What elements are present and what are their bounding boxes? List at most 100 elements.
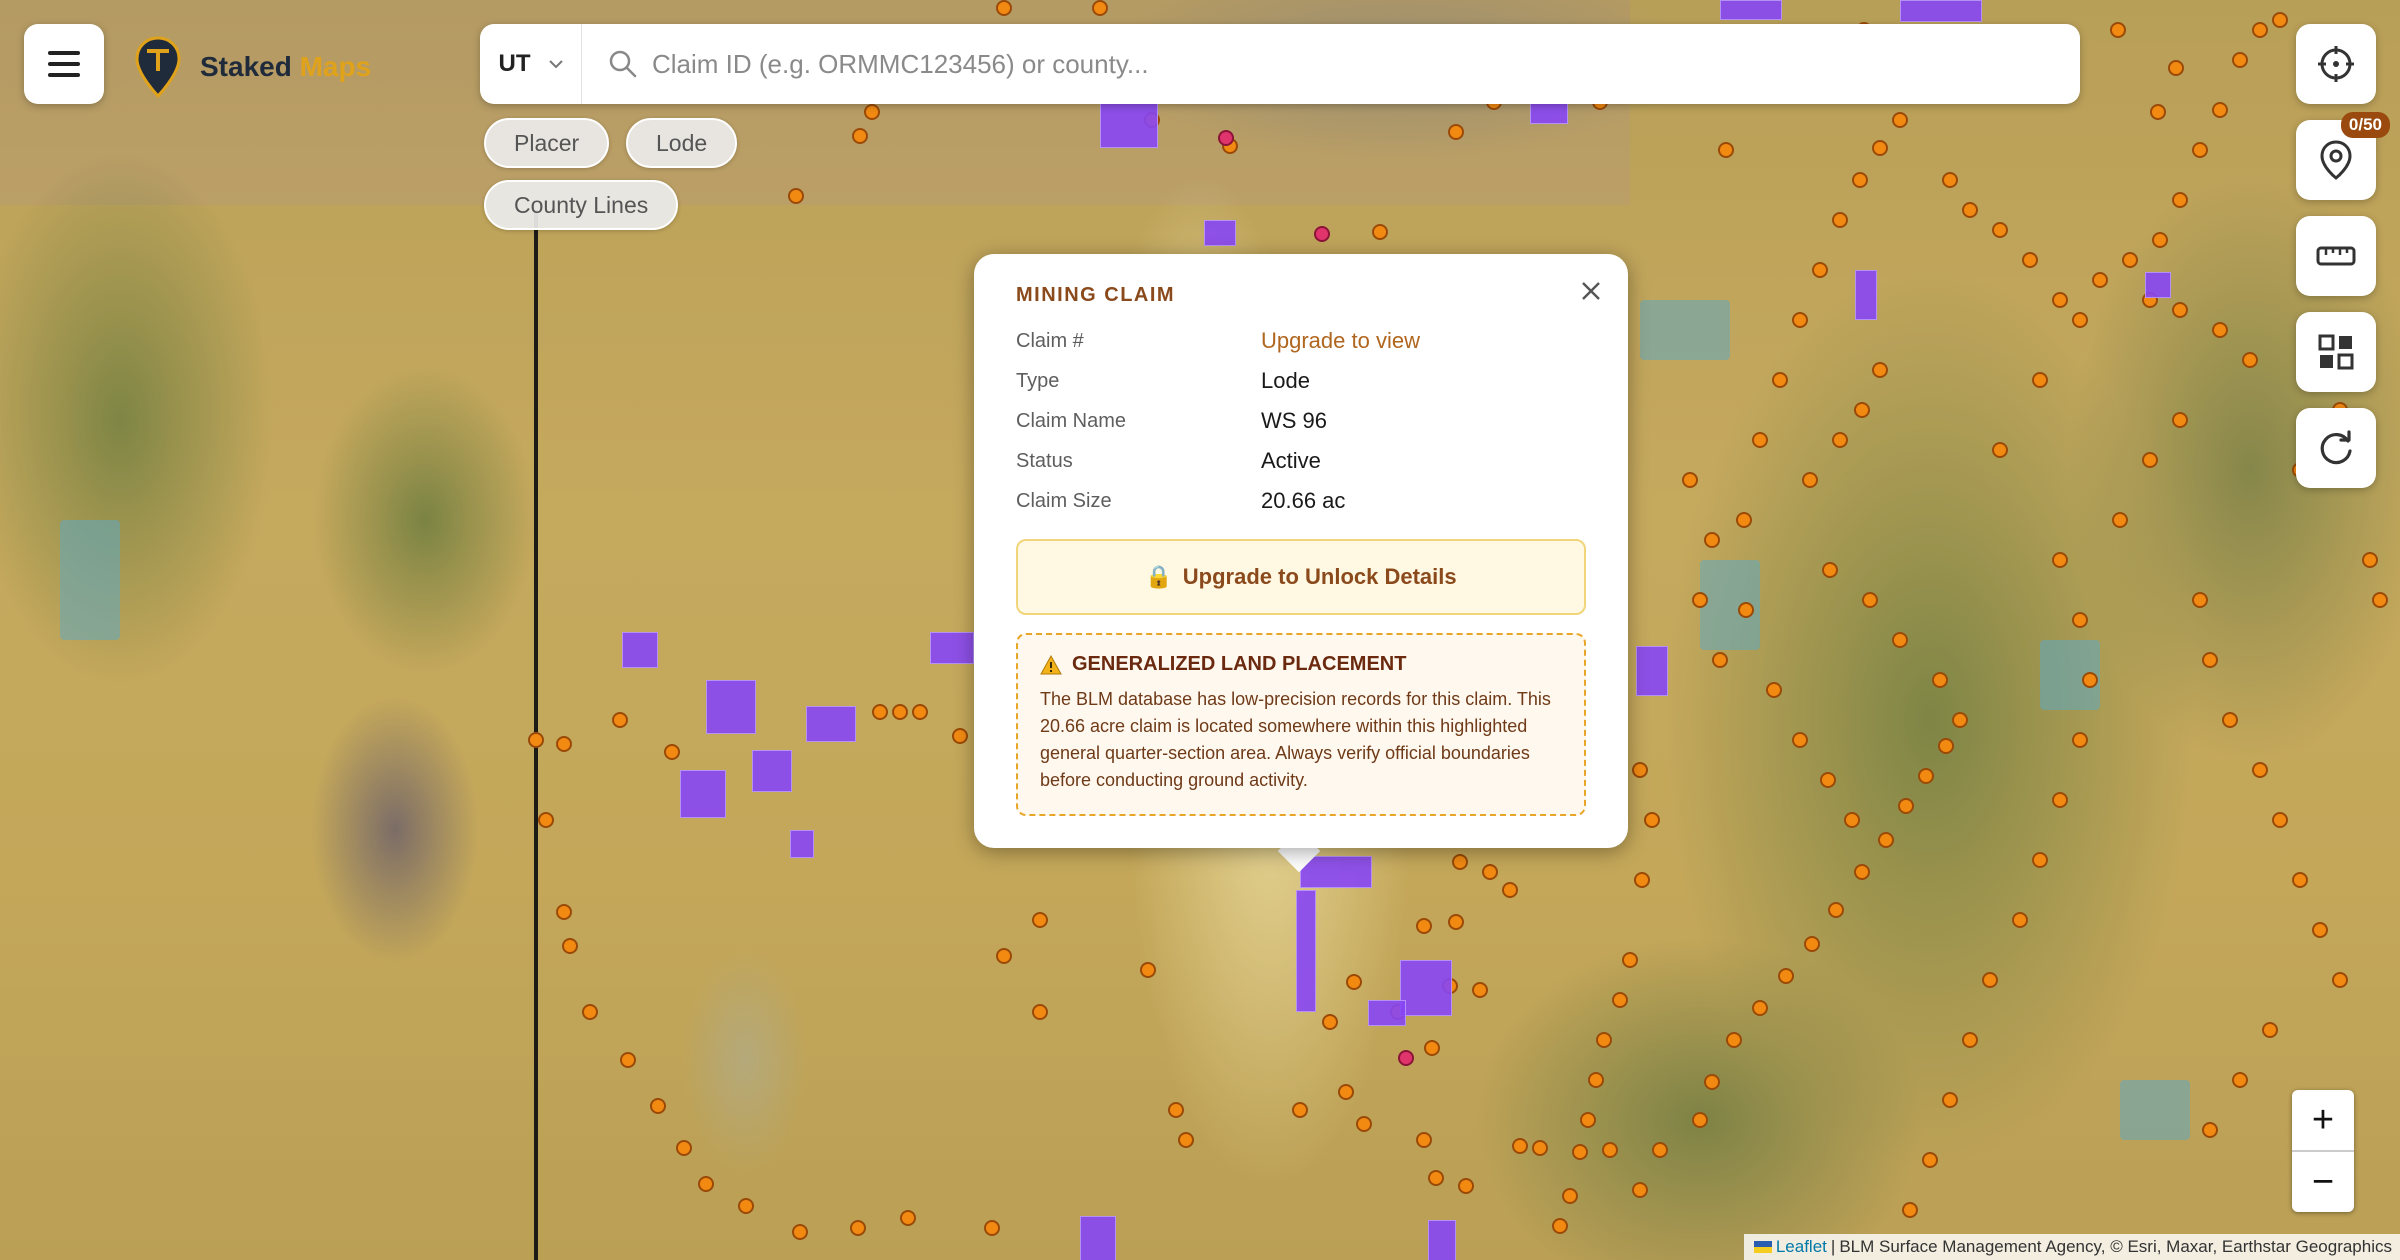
placer-claim-marker[interactable] <box>1292 1102 1308 1118</box>
placer-claim-marker[interactable] <box>1938 738 1954 754</box>
lode-claim[interactable] <box>1368 1000 1406 1026</box>
placer-claim-marker[interactable] <box>996 0 1012 16</box>
placer-claim-marker[interactable] <box>1092 0 1108 16</box>
locate-button[interactable] <box>2296 24 2376 104</box>
placer-claim-marker[interactable] <box>1704 532 1720 548</box>
lode-claim[interactable] <box>1900 0 1982 22</box>
placer-claim-marker[interactable] <box>2052 552 2068 568</box>
lode-claim[interactable] <box>1720 0 1782 20</box>
placer-claim-marker[interactable] <box>2032 852 2048 868</box>
placer-claim-marker[interactable] <box>1692 1112 1708 1128</box>
placer-claim-marker[interactable] <box>1872 140 1888 156</box>
placer-claim-marker[interactable] <box>1416 1132 1432 1148</box>
placer-claim-marker[interactable] <box>1502 882 1518 898</box>
placer-claim-marker[interactable] <box>2202 1122 2218 1138</box>
placer-claim-marker[interactable] <box>1448 914 1464 930</box>
placer-claim-marker[interactable] <box>2362 552 2378 568</box>
lode-claim[interactable] <box>2145 272 2171 298</box>
placer-claim-marker[interactable] <box>2272 812 2288 828</box>
placer-claim-marker[interactable] <box>2232 52 2248 68</box>
placer-claim-marker[interactable] <box>1632 762 1648 778</box>
placer-claim-marker[interactable] <box>1712 652 1728 668</box>
placer-claim-marker[interactable] <box>1942 1092 1958 1108</box>
placer-claim-marker[interactable] <box>2082 672 2098 688</box>
placer-claim-marker[interactable] <box>2152 232 2168 248</box>
placer-claim-marker[interactable] <box>2172 192 2188 208</box>
placer-claim-marker[interactable] <box>1322 1014 1338 1030</box>
placer-claim-marker[interactable] <box>2202 652 2218 668</box>
placer-claim-marker[interactable] <box>864 104 880 120</box>
placer-claim-marker[interactable] <box>738 1198 754 1214</box>
placer-claim-marker[interactable] <box>1878 832 1894 848</box>
lode-claim[interactable] <box>1636 646 1668 696</box>
placer-claim-marker[interactable] <box>2332 972 2348 988</box>
placer-claim-marker[interactable] <box>2242 352 2258 368</box>
placer-claim-marker[interactable] <box>1652 1142 1668 1158</box>
placer-claim-marker[interactable] <box>2272 12 2288 28</box>
placer-claim-marker[interactable] <box>1812 262 1828 278</box>
placer-claim-marker[interactable] <box>792 1224 808 1240</box>
placer-claim-marker[interactable] <box>582 1004 598 1020</box>
placer-claim-marker[interactable] <box>1612 992 1628 1008</box>
placer-claim-marker[interactable] <box>2072 612 2088 628</box>
placer-claim-marker[interactable] <box>1552 1218 1568 1234</box>
placer-claim-marker[interactable] <box>1844 812 1860 828</box>
placer-claim-marker[interactable] <box>912 704 928 720</box>
placer-claim-marker[interactable] <box>1792 732 1808 748</box>
filter-lode[interactable]: Lode <box>626 118 738 168</box>
lode-claim[interactable] <box>1400 960 1452 1016</box>
placer-claim-marker[interactable] <box>1982 972 1998 988</box>
placer-claim-marker[interactable] <box>1932 672 1948 688</box>
placer-claim-marker[interactable] <box>1580 1112 1596 1128</box>
lode-claim[interactable] <box>930 632 974 664</box>
lode-claim[interactable] <box>1204 220 1236 246</box>
placer-claim-marker[interactable] <box>1854 402 1870 418</box>
placer-claim-marker[interactable] <box>1778 968 1794 984</box>
placer-claim-marker[interactable] <box>2172 412 2188 428</box>
placer-claim-marker[interactable] <box>620 1052 636 1068</box>
placer-claim-marker[interactable] <box>2072 732 2088 748</box>
placer-claim-marker[interactable] <box>872 704 888 720</box>
placer-claim-marker[interactable] <box>2032 372 2048 388</box>
lode-claim[interactable] <box>1300 856 1372 888</box>
lode-claim[interactable] <box>790 830 814 858</box>
placer-claim-marker[interactable] <box>1852 172 1868 188</box>
placer-claim-marker[interactable] <box>556 904 572 920</box>
placer-claim-marker[interactable] <box>2122 252 2138 268</box>
placer-claim-marker[interactable] <box>1472 982 1488 998</box>
placer-claim-marker[interactable] <box>1428 1170 1444 1186</box>
placer-claim-marker[interactable] <box>1356 1116 1372 1132</box>
placer-claim-marker[interactable] <box>2312 922 2328 938</box>
zoom-in-button[interactable]: + <box>2292 1090 2354 1150</box>
placer-claim-marker[interactable] <box>2172 302 2188 318</box>
placer-claim-marker[interactable] <box>1942 172 1958 188</box>
placer-claim-marker[interactable] <box>1792 312 1808 328</box>
zoom-out-button[interactable]: − <box>2292 1150 2354 1212</box>
placer-claim-marker[interactable] <box>1752 1000 1768 1016</box>
placer-claim-marker[interactable] <box>1820 772 1836 788</box>
placer-claim-marker[interactable] <box>664 744 680 760</box>
lode-claim[interactable] <box>1296 890 1316 1012</box>
claim-marker-highlight[interactable] <box>1314 226 1330 242</box>
placer-claim-marker[interactable] <box>1766 682 1782 698</box>
placer-claim-marker[interactable] <box>852 128 868 144</box>
placer-claim-marker[interactable] <box>2262 1022 2278 1038</box>
placer-claim-marker[interactable] <box>2232 1072 2248 1088</box>
placer-claim-marker[interactable] <box>1572 1144 1588 1160</box>
placer-claim-marker[interactable] <box>1588 1072 1604 1088</box>
menu-button[interactable] <box>24 24 104 104</box>
placer-claim-marker[interactable] <box>1854 864 1870 880</box>
placer-claim-marker[interactable] <box>952 728 968 744</box>
saved-pins-button[interactable]: 0/50 <box>2296 112 2390 200</box>
placer-claim-marker[interactable] <box>538 812 554 828</box>
placer-claim-marker[interactable] <box>1828 902 1844 918</box>
placer-claim-marker[interactable] <box>1738 602 1754 618</box>
placer-claim-marker[interactable] <box>1632 1182 1648 1198</box>
placer-claim-marker[interactable] <box>1992 222 2008 238</box>
placer-claim-marker[interactable] <box>2110 22 2126 38</box>
placer-claim-marker[interactable] <box>1032 1004 1048 1020</box>
placer-claim-marker[interactable] <box>1772 372 1788 388</box>
layers-button[interactable] <box>2296 312 2376 392</box>
placer-claim-marker[interactable] <box>788 188 804 204</box>
placer-claim-marker[interactable] <box>1718 142 1734 158</box>
